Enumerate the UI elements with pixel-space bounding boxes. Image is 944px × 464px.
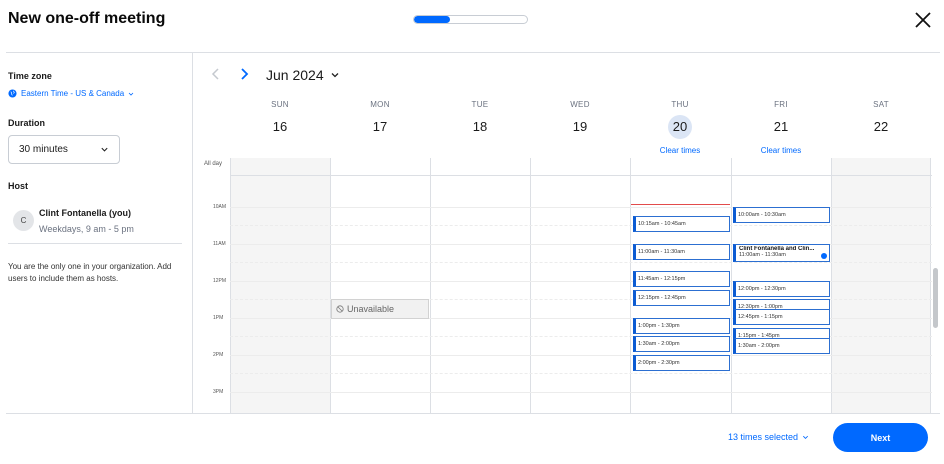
chevron-down-icon xyxy=(101,147,108,152)
calendar-event[interactable]: Clint Fontanella and Clin... 11:00am - 1… xyxy=(733,244,830,262)
duration-select[interactable]: 30 minutes xyxy=(8,135,120,164)
allday-label: All day xyxy=(204,161,223,167)
chevron-down-icon xyxy=(803,435,809,439)
day-column-sat[interactable] xyxy=(831,158,931,413)
day-number: 22 xyxy=(873,119,889,134)
unavailable-label: Unavailable xyxy=(347,304,395,314)
time-slot[interactable]: 1:30am - 2:00pm xyxy=(633,336,730,352)
time-slot[interactable]: 11:00am - 11:30am xyxy=(633,244,730,260)
day-column-tue[interactable] xyxy=(430,158,530,413)
chevron-left-icon[interactable] xyxy=(208,66,224,82)
day-name: SUN xyxy=(271,100,289,109)
day-header-mon: MON 17 xyxy=(330,100,430,139)
chevron-down-icon xyxy=(331,73,339,78)
day-header-tue: TUE 18 xyxy=(430,100,530,139)
day-name: MON xyxy=(370,100,390,109)
scrollbar[interactable] xyxy=(933,268,938,328)
page-title: New one-off meeting xyxy=(8,10,166,27)
day-header-wed: WED 19 xyxy=(530,100,630,139)
day-column-mon[interactable] xyxy=(330,158,430,413)
day-header-fri: FRI 21 xyxy=(731,100,831,139)
progress-bar xyxy=(413,15,528,24)
day-name: WED xyxy=(570,100,590,109)
hour-label: 12PM xyxy=(213,278,227,284)
day-column-sun[interactable] xyxy=(230,158,330,413)
half-hour-line xyxy=(230,262,932,263)
day-number: 21 xyxy=(773,119,789,134)
day-name: TUE xyxy=(471,100,489,109)
timezone-selector[interactable]: Eastern Time - US & Canada xyxy=(8,89,134,98)
calendar-grid: All day 10AM 11AM 12PM 1PM 2PM 3PM Unava… xyxy=(200,158,932,413)
day-name: SAT xyxy=(873,100,889,109)
time-slot[interactable]: 10:15am - 10:45am xyxy=(633,216,730,232)
day-number-today: 20 xyxy=(668,115,692,139)
hour-label: 1PM xyxy=(213,315,224,321)
host-hours: Weekdays, 9 am - 5 pm xyxy=(39,224,134,234)
time-slot[interactable]: 12:00pm - 12:30pm xyxy=(733,281,830,297)
event-time: 11:00am - 11:30am xyxy=(739,252,786,258)
timezone-value: Eastern Time - US & Canada xyxy=(21,89,125,98)
clear-times-thu-link[interactable]: Clear times xyxy=(630,146,730,155)
day-header-sat: SAT 22 xyxy=(831,100,931,139)
chevron-down-icon xyxy=(128,92,134,96)
day-number: 19 xyxy=(572,119,588,134)
unavailable-block: Unavailable xyxy=(331,299,429,319)
time-slot[interactable]: 11:45am - 12:15pm xyxy=(633,271,730,287)
block-icon xyxy=(336,305,344,313)
time-slot[interactable]: 12:15pm - 12:45pm xyxy=(633,290,730,306)
day-header-thu: THU 20 xyxy=(630,100,730,139)
divider xyxy=(8,243,182,244)
selected-times-label: 13 times selected xyxy=(728,432,799,442)
day-column-wed[interactable] xyxy=(530,158,630,413)
timezone-label: Time zone xyxy=(8,71,52,81)
next-button[interactable]: Next xyxy=(833,423,928,452)
duration-value: 30 minutes xyxy=(19,144,68,155)
host-name: Clint Fontanella (you) xyxy=(39,208,131,218)
time-slot[interactable]: 12:45pm - 1:15pm xyxy=(733,309,830,325)
footer-divider xyxy=(6,413,940,414)
hour-label: 11AM xyxy=(213,241,226,247)
half-hour-line xyxy=(230,373,932,374)
day-name: FRI xyxy=(774,100,788,109)
host-label: Host xyxy=(8,181,28,191)
hour-line xyxy=(230,392,932,393)
host-note: You are the only one in your organizatio… xyxy=(8,262,172,283)
day-name: THU xyxy=(671,100,689,109)
time-slot[interactable]: 1:00pm - 1:30pm xyxy=(633,318,730,334)
avatar: C xyxy=(13,210,34,231)
hour-label: 2PM xyxy=(213,352,224,358)
hour-label: 3PM xyxy=(213,389,224,395)
event-dot-icon xyxy=(821,253,827,259)
allday-divider xyxy=(230,175,932,176)
progress-fill xyxy=(414,16,451,23)
close-icon[interactable] xyxy=(912,9,934,31)
chevron-right-icon[interactable] xyxy=(236,66,252,82)
day-header-sun: SUN 16 xyxy=(230,100,330,139)
hour-label: 10AM xyxy=(213,204,227,210)
month-selector[interactable]: Jun 2024 xyxy=(266,67,340,83)
day-number: 16 xyxy=(272,119,288,134)
day-number: 18 xyxy=(472,119,488,134)
time-slot[interactable]: 2:00pm - 2:30pm xyxy=(633,355,730,371)
globe-icon xyxy=(8,89,17,98)
time-slot[interactable]: 1:30am - 2:00pm xyxy=(733,338,830,354)
clear-times-fri-link[interactable]: Clear times xyxy=(731,146,831,155)
month-label: Jun 2024 xyxy=(266,67,324,83)
duration-label: Duration xyxy=(8,118,45,128)
selected-times-dropdown[interactable]: 13 times selected xyxy=(728,432,809,442)
half-hour-line xyxy=(230,225,932,226)
current-time-indicator xyxy=(631,204,730,205)
time-slot[interactable]: 10:00am - 10:30am xyxy=(733,207,830,223)
hour-line xyxy=(230,355,932,356)
day-number: 17 xyxy=(372,119,388,134)
